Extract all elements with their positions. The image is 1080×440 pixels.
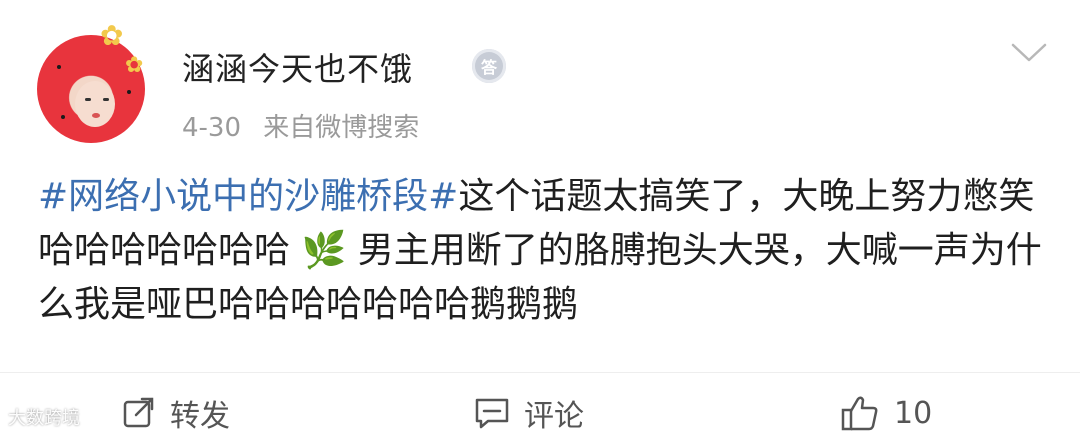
like-count: 10 (894, 395, 933, 431)
post-meta: 4-30 来自微博搜索 (182, 107, 433, 144)
avatar-dot (127, 90, 131, 94)
avatar-dot (61, 115, 65, 119)
repost-icon (122, 396, 156, 430)
avatar[interactable] (37, 35, 145, 143)
avatar-eye (85, 98, 91, 101)
thumbs-up-icon (840, 394, 880, 432)
flower-icon: ✿ (100, 19, 124, 52)
chevron-down-icon[interactable] (1010, 42, 1048, 64)
comment-label: 评论 (524, 399, 584, 434)
post-content: #网络小说中的沙雕桥段#这个话题太搞笑了，大晚上努力憋笑哈哈哈哈哈哈哈 🌿 男主… (38, 170, 1048, 332)
repost-button[interactable]: 转发 (122, 386, 230, 440)
like-button[interactable]: 10 (840, 386, 932, 440)
post-source: 来自微博搜索 (263, 113, 420, 143)
watermark-text: 大数跨境 (8, 408, 80, 429)
flower-icon: ✿ (125, 53, 144, 78)
repost-label: 转发 (170, 399, 230, 434)
leaf-icon: 🌿 (301, 230, 347, 271)
medal-icon: 答 (472, 49, 506, 83)
avatar-face (75, 81, 115, 127)
comment-icon (474, 396, 510, 430)
avatar-dot (57, 65, 61, 69)
topic-link[interactable]: #网络小说中的沙雕桥段# (38, 176, 458, 217)
divider (0, 372, 1080, 373)
action-bar: 转发 评论 10 (0, 386, 1080, 440)
username[interactable]: 涵涵今天也不饿 (182, 44, 413, 90)
avatar-eye (103, 98, 109, 101)
watermark: 大数跨境 (8, 404, 80, 430)
post-date: 4-30 (182, 113, 242, 143)
avatar-mouth (92, 113, 100, 118)
comment-button[interactable]: 评论 (474, 386, 584, 440)
